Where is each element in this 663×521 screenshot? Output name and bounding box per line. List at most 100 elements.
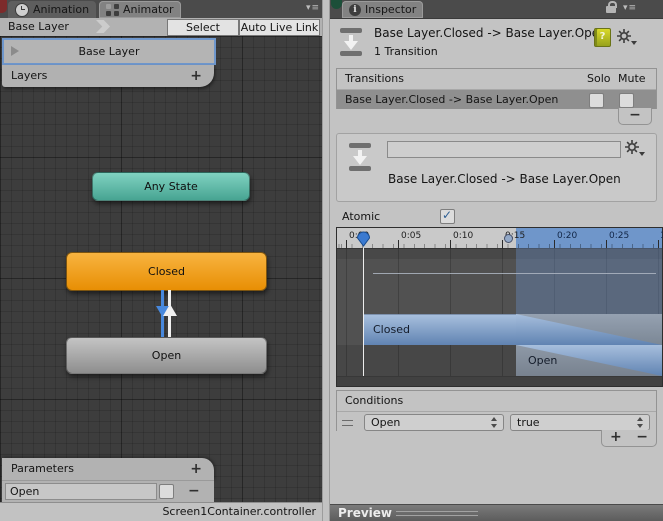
- transition-detail-box: Base Layer.Closed -> Base Layer.Open: [336, 133, 657, 202]
- animator-tabbar: Animation Animator ▾≡: [0, 0, 322, 19]
- remove-parameter-button[interactable]: −: [188, 481, 200, 502]
- condition-parameter-dropdown[interactable]: Open: [364, 414, 504, 431]
- parameters-header-label: Parameters: [11, 462, 74, 475]
- dropdown-arrows-icon: [637, 417, 644, 428]
- inspector-tabbar: i Inspector ▾≡: [330, 0, 663, 19]
- ruler-tick: [346, 240, 347, 248]
- window-edge-decoration: [0, 0, 7, 13]
- tab-options-menu-icon[interactable]: ▾≡: [306, 3, 320, 13]
- clock-icon: [15, 2, 29, 17]
- state-node-label: Any State: [144, 180, 198, 193]
- parameter-row: Open −: [2, 481, 214, 502]
- help-icon[interactable]: ?: [594, 28, 611, 47]
- select-graph-button[interactable]: Select Graph: [167, 19, 239, 49]
- transition-settings-gear-icon[interactable]: [625, 140, 645, 157]
- animator-statusbar: Screen1Container.controller: [0, 502, 322, 521]
- parameter-name-field[interactable]: Open: [5, 483, 157, 500]
- solo-checkbox[interactable]: [589, 93, 604, 108]
- remove-condition-button[interactable]: −: [636, 430, 648, 445]
- state-node-label: Open: [151, 349, 182, 362]
- atomic-label: Atomic: [342, 210, 381, 223]
- solo-column-label: Solo: [587, 72, 611, 85]
- ruler-tick: [554, 240, 555, 248]
- dropdown-arrows-icon: [491, 417, 498, 428]
- panel-divider[interactable]: [322, 0, 330, 521]
- playhead-line: [363, 248, 364, 376]
- condition-add-remove-tab: + −: [601, 430, 657, 447]
- parameters-header: Parameters +: [2, 458, 214, 481]
- transitions-section: Transitions Solo Mute Base Layer.Closed …: [336, 68, 657, 109]
- inspector-panel: i Inspector ▾≡ Base Layer.Closed -> Base…: [330, 0, 663, 521]
- add-condition-button[interactable]: +: [610, 430, 622, 445]
- transition-name-field[interactable]: [387, 141, 621, 158]
- state-node-closed[interactable]: Closed: [66, 252, 267, 291]
- atomic-checkbox[interactable]: [440, 208, 455, 224]
- ruler-tick: [450, 240, 451, 248]
- playhead-marker[interactable]: [356, 230, 371, 247]
- breadcrumb-chevron-icon: [96, 20, 110, 33]
- animator-panel: Animation Animator ▾≡ Base Layer Select …: [0, 0, 322, 521]
- timeline-ruler[interactable]: 0:00 0:05 0:10 0:15 0:20 0:25 1: [337, 228, 663, 249]
- drag-handle-icon[interactable]: [342, 420, 353, 426]
- mute-checkbox[interactable]: [619, 93, 634, 108]
- unity-editor: Animation Animator ▾≡ Base Layer Select …: [0, 0, 663, 521]
- condition-parameter-value: Open: [371, 416, 401, 429]
- closed-clip-fadeout-wedge[interactable]: [516, 314, 662, 345]
- closed-clip-label: Closed: [373, 323, 410, 336]
- transition-start-marker[interactable]: [504, 234, 513, 243]
- remove-transition-tab: −: [618, 108, 652, 125]
- transition-icon: [349, 143, 371, 171]
- conditions-header: Conditions: [337, 391, 656, 412]
- conditions-section: Conditions Open true: [336, 390, 657, 432]
- ruler-tick-label: 0:10: [453, 231, 474, 241]
- ruler-tick-label: 0:20: [557, 231, 578, 241]
- state-node-any-state[interactable]: Any State: [92, 172, 250, 201]
- settings-gear-icon[interactable]: [617, 29, 637, 46]
- auto-live-link-button[interactable]: Auto Live Link: [239, 19, 320, 36]
- preview-bar[interactable]: Preview: [330, 504, 663, 521]
- layers-header-label: Layers: [11, 69, 48, 82]
- tab-animation[interactable]: Animation: [8, 1, 97, 18]
- state-node-open[interactable]: Open: [66, 337, 267, 374]
- state-node-label: Closed: [148, 265, 185, 278]
- remove-transition-button[interactable]: −: [629, 107, 641, 123]
- condition-value-dropdown[interactable]: true: [510, 414, 650, 431]
- timeline-body[interactable]: Closed Open: [337, 248, 662, 386]
- mute-column-label: Mute: [618, 72, 646, 85]
- conditions-title: Conditions: [345, 394, 404, 407]
- controller-path-label: Screen1Container.controller: [162, 505, 316, 518]
- transition-list-row[interactable]: Base Layer.Closed -> Base Layer.Open: [337, 90, 656, 109]
- state-machine-graph[interactable]: Base Layer Layers + Any State Closed Ope…: [0, 36, 322, 502]
- condition-row: Open true: [337, 412, 656, 432]
- open-clip-label: Open: [528, 354, 558, 367]
- transitions-title: Transitions: [345, 72, 404, 85]
- ruler-tick-label: 0:25: [609, 231, 630, 241]
- parameter-value-checkbox[interactable]: [159, 484, 174, 499]
- add-layer-button[interactable]: +: [190, 65, 202, 87]
- layer-item-label: Base Layer: [78, 45, 140, 58]
- animator-icon: [106, 3, 119, 16]
- breadcrumb[interactable]: Base Layer: [8, 20, 69, 33]
- transition-icon: [340, 28, 362, 56]
- blend-curve-line: [373, 273, 656, 274]
- inspector-subtitle: 1 Transition: [374, 45, 438, 58]
- expand-triangle-icon[interactable]: [11, 46, 19, 56]
- transition-row-label: Base Layer.Closed -> Base Layer.Open: [345, 93, 559, 106]
- condition-value: true: [517, 416, 540, 429]
- ruler-tick: [398, 240, 399, 248]
- tab-inspector-label: Inspector: [365, 3, 417, 16]
- lock-icon[interactable]: [606, 1, 617, 13]
- tab-animation-label: Animation: [33, 3, 90, 16]
- ruler-tick: [502, 240, 503, 248]
- tab-animator[interactable]: Animator: [99, 1, 181, 18]
- preview-drag-handle-icon[interactable]: [396, 511, 478, 516]
- transition-timeline[interactable]: 0:00 0:05 0:10 0:15 0:20 0:25 1: [336, 227, 663, 387]
- add-parameter-button[interactable]: +: [190, 458, 202, 480]
- layers-header: Layers +: [2, 65, 214, 87]
- tab-options-menu-icon[interactable]: ▾≡: [623, 3, 637, 13]
- preview-label: Preview: [338, 506, 393, 520]
- arrow-up-icon: [163, 304, 177, 316]
- inspector-title: Base Layer.Closed -> Base Layer.Open: [374, 26, 607, 40]
- layer-item-base-layer[interactable]: Base Layer: [2, 38, 216, 65]
- tab-inspector[interactable]: i Inspector: [342, 1, 424, 18]
